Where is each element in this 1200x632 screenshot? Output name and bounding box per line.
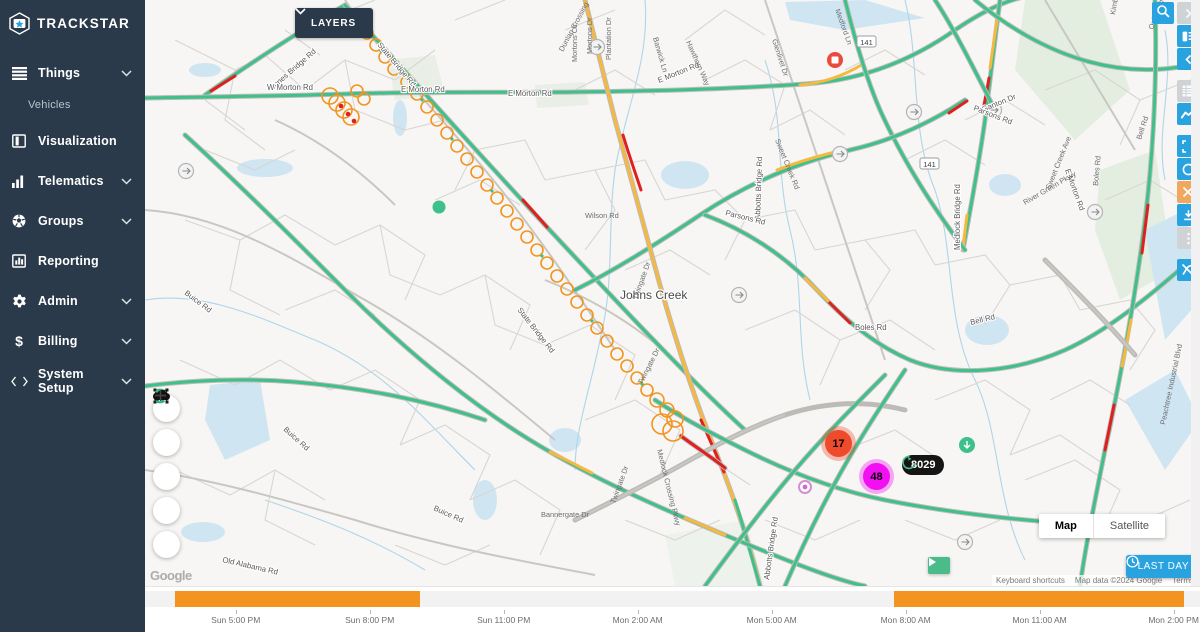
chevron-down-icon — [121, 172, 133, 190]
timeline-tick-label: Mon 2:00 PM — [1148, 615, 1199, 625]
layers-button-label: LAYERS — [311, 17, 357, 29]
sidebar-item-admin[interactable]: Admin — [0, 281, 145, 321]
svg-text:Mortons Dr: Mortons Dr — [585, 17, 594, 54]
sidebar-item-groups[interactable]: Groups — [0, 201, 145, 241]
svg-text:Plantation Dr: Plantation Dr — [604, 17, 613, 60]
sidebar-item-label: Admin — [38, 294, 78, 308]
brand-logo[interactable]: TRACKSTAR — [0, 0, 145, 35]
chevron-down-icon — [121, 212, 133, 230]
highway-shield: 141 — [856, 35, 877, 48]
svg-text:141: 141 — [860, 38, 873, 47]
play-button[interactable] — [928, 557, 950, 574]
code-icon — [8, 376, 30, 387]
timeline-tick-label: Mon 11:00 AM — [1012, 615, 1067, 625]
sidebar-item-label: Billing — [38, 334, 78, 348]
chevron-down-icon — [121, 332, 133, 350]
vertical-scrollbar[interactable] — [1191, 0, 1200, 586]
timeline-tick — [637, 610, 639, 614]
sidebar-subitem-vehicles[interactable]: Vehicles — [0, 93, 145, 121]
star-hexagon-icon — [9, 12, 30, 35]
timeline-tick-label: Sun 11:00 PM — [477, 615, 531, 625]
timeline-tick-label: Mon 2:00 AM — [612, 615, 663, 625]
timeline-tick — [369, 610, 371, 614]
sidebar-item-label: Visualization — [38, 134, 117, 148]
layers-button[interactable]: LAYERS — [295, 8, 373, 38]
google-logo: Google — [150, 568, 192, 583]
timeline-tick — [503, 610, 505, 614]
map-type-satellite[interactable]: Satellite — [1094, 514, 1165, 538]
sidebar-nav: Things Vehicles Visualization Telematics… — [0, 53, 145, 401]
zoom-out-button[interactable] — [153, 394, 180, 558]
traffic-light-icon[interactable] — [153, 388, 180, 456]
timeline-tick — [771, 610, 773, 614]
timeline-tick — [235, 610, 237, 614]
search-button[interactable] — [1152, 2, 1174, 24]
chevron-down-icon — [121, 292, 133, 310]
sidebar: TRACKSTAR Things Vehicles Visualization … — [0, 0, 145, 632]
svg-text:$: $ — [15, 333, 23, 349]
bar-chart-icon — [8, 175, 30, 188]
svg-text:Boles Rd: Boles Rd — [855, 323, 887, 332]
report-icon — [8, 254, 30, 268]
brand-name: TRACKSTAR — [37, 16, 130, 31]
chevron-down-icon — [121, 372, 133, 390]
timeline-tick — [905, 610, 907, 614]
cluster-marker-17[interactable]: 17 — [825, 430, 852, 457]
zoom-in-button[interactable] — [153, 390, 180, 524]
svg-text:E Morton Rd: E Morton Rd — [508, 89, 552, 98]
map-controls: A — [153, 388, 180, 558]
timeline-tick — [1173, 610, 1175, 614]
cluster-count: 48 — [870, 470, 883, 483]
cluster-marker-48[interactable]: 48 — [863, 463, 890, 490]
chevron-down-icon — [121, 64, 133, 82]
sidebar-item-label: Telematics — [38, 174, 104, 188]
sidebar-item-label: Reporting — [38, 254, 99, 268]
timeline-tick-label: Mon 5:00 AM — [746, 615, 797, 625]
highway-shield: 141 — [919, 157, 940, 170]
map-canvas[interactable]: .road-minor { stroke:#d8d6d2; stroke-wid… — [145, 0, 1200, 586]
sidebar-item-label: Things — [38, 66, 81, 80]
sidebar-item-visualization[interactable]: Visualization — [0, 121, 145, 161]
timeline-tick-label: Sun 8:00 PM — [345, 615, 395, 625]
search-icon — [1156, 4, 1170, 23]
svg-text:Bannergate Dr: Bannergate Dr — [541, 510, 590, 519]
svg-text:Medlock Bridge Rd: Medlock Bridge Rd — [953, 184, 962, 250]
sidebar-item-label: System Setup — [38, 367, 84, 395]
timeline[interactable]: Sun 5:00 PM Sun 8:00 PM Sun 11:00 PM Mon 2:… — [145, 586, 1200, 632]
timeline-tick — [1039, 610, 1041, 614]
map-type-switcher[interactable]: Map Satellite — [1038, 514, 1165, 538]
svg-text:141: 141 — [923, 160, 936, 169]
cluster-icon[interactable] — [153, 389, 180, 490]
svg-text:Wilson Rd: Wilson Rd — [585, 211, 619, 220]
dollar-icon: $ — [8, 333, 30, 349]
svg-text:W Morton Rd: W Morton Rd — [267, 83, 313, 92]
timeline-tick-label: Sun 5:00 PM — [211, 615, 261, 625]
svg-text:E Morton Rd: E Morton Rd — [401, 85, 445, 94]
map-graphics: .road-minor { stroke:#d8d6d2; stroke-wid… — [145, 0, 1200, 586]
map-type-map[interactable]: Map — [1039, 514, 1093, 538]
cluster-count: 17 — [832, 437, 845, 450]
gear-icon — [8, 294, 30, 309]
timeline-segment[interactable] — [894, 591, 1185, 607]
sidebar-item-telematics[interactable]: Telematics — [0, 161, 145, 201]
svg-text:Johns Creek: Johns Creek — [620, 288, 688, 302]
book-icon — [8, 134, 30, 148]
keyboard-shortcuts-link[interactable]: Keyboard shortcuts — [996, 576, 1065, 585]
sidebar-item-billing[interactable]: $ Billing — [0, 321, 145, 361]
sidebar-item-things[interactable]: Things — [0, 53, 145, 93]
list-icon — [8, 66, 30, 80]
sidebar-item-label: Groups — [38, 214, 84, 228]
vehicle-label-8029[interactable]: 8029 — [902, 455, 945, 475]
timeline-track[interactable] — [145, 591, 1200, 607]
soccer-ball-icon — [8, 214, 30, 228]
timeline-segment[interactable] — [174, 591, 421, 607]
sidebar-item-reporting[interactable]: Reporting — [0, 241, 145, 281]
timeline-tick-label: Mon 8:00 AM — [880, 615, 931, 625]
sidebar-item-system-setup[interactable]: System Setup — [0, 361, 145, 401]
